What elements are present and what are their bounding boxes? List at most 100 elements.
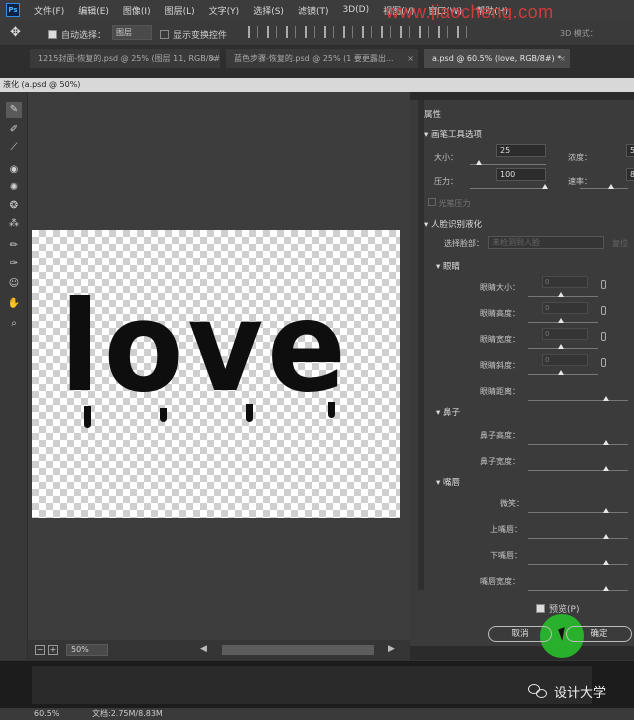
slider-thumb[interactable]	[603, 466, 609, 471]
zoom-dropdown[interactable]: 50%	[66, 644, 108, 656]
smooth-tool-icon[interactable]: ⟋	[6, 140, 22, 156]
select-face-dropdown[interactable]: 未检测到人脸	[488, 236, 604, 249]
face-aware-section[interactable]: ▾ 人脸识别液化	[424, 218, 482, 230]
upper-lip-slider[interactable]	[528, 538, 628, 539]
slider-thumb[interactable]	[558, 318, 564, 323]
zoom-out-button[interactable]: −	[35, 645, 45, 655]
reset-button[interactable]: 复位	[612, 238, 628, 249]
mouth-section[interactable]: ▾ 嘴唇	[436, 476, 460, 488]
link-icon[interactable]	[601, 280, 606, 289]
freeze-mask-tool-icon[interactable]: ✏	[6, 238, 22, 254]
slider-thumb[interactable]	[603, 560, 609, 565]
menu-layer[interactable]: 图层(L)	[165, 4, 195, 17]
slider-thumb[interactable]	[558, 370, 564, 375]
stylus-pressure-checkbox[interactable]	[428, 198, 436, 206]
distribute-bottom-icon[interactable]	[400, 26, 410, 38]
cancel-button[interactable]: 取消	[488, 626, 552, 642]
preview-option[interactable]: 预览(P)	[536, 602, 579, 615]
slider-thumb[interactable]	[603, 440, 609, 445]
zoom-in-button[interactable]: +	[48, 645, 58, 655]
move-tool-icon[interactable]: ✥	[10, 25, 26, 41]
distribute-hcenter-icon[interactable]	[438, 26, 448, 38]
face-tool-icon[interactable]: ☺	[6, 276, 22, 292]
slider-thumb[interactable]	[603, 508, 609, 513]
link-icon[interactable]	[601, 358, 606, 367]
mouth-width-slider[interactable]	[528, 590, 628, 591]
properties-scrollbar[interactable]	[418, 100, 424, 590]
hand-tool-icon[interactable]: ✋	[6, 296, 22, 312]
stylus-pressure-option[interactable]: 光笔压力	[428, 198, 471, 209]
menu-file[interactable]: 文件(F)	[34, 4, 64, 17]
size-slider-thumb[interactable]	[476, 160, 482, 165]
align-bottom-icon[interactable]	[286, 26, 296, 38]
auto-select-option[interactable]: 自动选择：	[48, 28, 106, 41]
align-vcenter-icon[interactable]	[267, 26, 277, 38]
zoom-tool-icon[interactable]: ⌕	[6, 316, 22, 332]
menu-3d[interactable]: 3D(D)	[342, 5, 369, 15]
show-transform-checkbox[interactable]	[160, 30, 169, 39]
align-right-icon[interactable]	[343, 26, 353, 38]
eye-tilt-input[interactable]: 0	[542, 354, 588, 366]
menu-filter[interactable]: 滤镜(T)	[298, 4, 329, 17]
slider-thumb[interactable]	[558, 344, 564, 349]
horizontal-scrollbar[interactable]	[222, 645, 374, 655]
menu-type[interactable]: 文字(Y)	[209, 4, 240, 17]
preview-checkbox[interactable]	[536, 604, 545, 613]
brush-options-section[interactable]: ▾ 画笔工具选项	[424, 128, 482, 140]
slider-thumb[interactable]	[603, 534, 609, 539]
document-canvas[interactable]: love	[32, 230, 400, 518]
show-transform-option[interactable]: 显示变换控件	[160, 28, 227, 41]
pressure-input[interactable]: 100	[496, 168, 546, 181]
pucker-tool-icon[interactable]: ✺	[6, 180, 22, 196]
tab-document-2[interactable]: 蓝色步骤-恢复的.psd @ 25% (1 要更露出... ×	[226, 49, 418, 68]
slider-thumb[interactable]	[603, 586, 609, 591]
tab-document-1[interactable]: 1215封面-恢复的.psd @ 25% (图层 11, RGB/8#) * ×	[30, 49, 220, 68]
nose-width-slider[interactable]	[528, 470, 628, 471]
smile-slider[interactable]	[528, 512, 628, 513]
menu-select[interactable]: 选择(S)	[253, 4, 284, 17]
distribute-top-icon[interactable]	[362, 26, 372, 38]
distribute-vcenter-icon[interactable]	[381, 26, 391, 38]
eye-width-input[interactable]: 0	[542, 328, 588, 340]
ok-button[interactable]: 确定	[566, 626, 632, 642]
rate-slider[interactable]	[580, 188, 628, 189]
love-text-layer[interactable]: love	[60, 285, 350, 410]
bloat-tool-icon[interactable]: ❂	[6, 198, 22, 214]
eye-height-input[interactable]: 0	[542, 302, 588, 314]
thaw-mask-tool-icon[interactable]: ✑	[6, 256, 22, 272]
align-left-icon[interactable]	[305, 26, 315, 38]
slider-thumb[interactable]	[558, 292, 564, 297]
close-icon[interactable]: ×	[559, 49, 566, 68]
pressure-slider[interactable]	[470, 188, 546, 189]
size-input[interactable]: 25	[496, 144, 546, 157]
twirl-tool-icon[interactable]: ◉	[6, 162, 22, 178]
close-icon[interactable]: ×	[209, 49, 216, 68]
lower-lip-slider[interactable]	[528, 564, 628, 565]
eye-distance-slider[interactable]	[528, 400, 628, 401]
pressure-slider-thumb[interactable]	[542, 184, 548, 189]
distribute-left-icon[interactable]	[419, 26, 429, 38]
tab-document-3[interactable]: a.psd @ 60.5% (love, RGB/8#) * ×	[424, 49, 570, 68]
eye-size-input[interactable]: 0	[542, 276, 588, 288]
forward-warp-tool-icon[interactable]: ✎	[6, 102, 22, 118]
align-hcenter-icon[interactable]	[324, 26, 334, 38]
auto-select-target-dropdown[interactable]: 图层	[112, 25, 152, 40]
menu-image[interactable]: 图像(I)	[123, 4, 151, 17]
distribute-right-icon[interactable]	[457, 26, 467, 38]
eyes-section[interactable]: ▾ 眼睛	[436, 260, 460, 272]
slider-thumb[interactable]	[603, 396, 609, 401]
align-top-icon[interactable]	[248, 26, 258, 38]
menu-edit[interactable]: 编辑(E)	[78, 4, 109, 17]
density-input[interactable]: 50	[626, 144, 634, 157]
link-icon[interactable]	[601, 332, 606, 341]
nose-height-slider[interactable]	[528, 444, 628, 445]
rate-input[interactable]: 80	[626, 168, 634, 181]
reconstruct-tool-icon[interactable]: ✐	[6, 122, 22, 138]
rate-slider-thumb[interactable]	[608, 184, 614, 189]
link-icon[interactable]	[601, 306, 606, 315]
close-icon[interactable]: ×	[407, 49, 414, 68]
nose-section[interactable]: ▾ 鼻子	[436, 406, 460, 418]
push-left-tool-icon[interactable]: ⁂	[6, 216, 22, 232]
scroll-right-arrow-icon[interactable]: ▶	[388, 644, 395, 654]
scroll-left-arrow-icon[interactable]: ◀	[200, 644, 207, 654]
